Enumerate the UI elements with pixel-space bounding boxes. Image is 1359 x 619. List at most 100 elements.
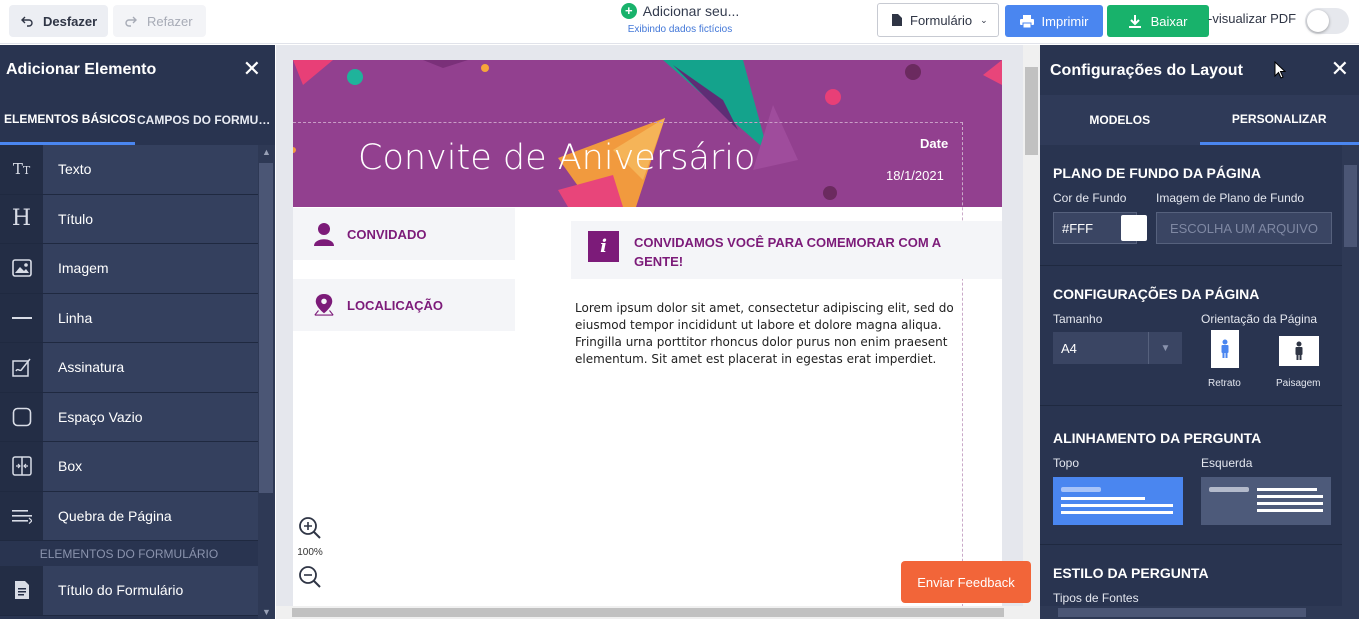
scrollbar-thumb[interactable]: [292, 608, 1004, 617]
document-title[interactable]: Convite de Aniversário: [358, 138, 755, 178]
invitation-box[interactable]: i CONVIDAMOS VOCÊ PARA COMEMORAR COM A G…: [571, 221, 1002, 279]
element-tabs: ELEMENTOS BÁSICOS CAMPOS DO FORMULÁRIO: [0, 95, 275, 145]
scrollbar-thumb[interactable]: [259, 163, 273, 493]
element-label: Imagem: [43, 244, 258, 293]
add-element-panel: Adicionar Elemento ✕ ELEMENTOS BÁSICOS C…: [0, 45, 275, 619]
font-types-label: Tipos de Fontes: [1053, 591, 1139, 605]
document-icon: [892, 14, 902, 26]
guest-field[interactable]: CONVIDADO: [293, 208, 515, 260]
left-panel-scrollbar[interactable]: ▲ ▼: [258, 145, 275, 619]
tab-form-fields-label: CAMPOS DO FORMULÁRIO: [137, 113, 273, 127]
scroll-up-icon[interactable]: ▲: [262, 147, 271, 157]
date-value[interactable]: 18/1/2021: [886, 168, 944, 183]
align-left-icon: [1209, 487, 1323, 512]
tab-basic-elements[interactable]: ELEMENTOS BÁSICOS: [0, 95, 135, 145]
box-icon: [0, 442, 43, 491]
portrait-option[interactable]: [1211, 330, 1239, 368]
undo-label: Desfazer: [43, 13, 98, 29]
form-selector[interactable]: Formulário ⌄: [877, 3, 999, 37]
portrait-label: Retrato: [1208, 378, 1241, 389]
element-text[interactable]: TT Texto: [0, 145, 258, 195]
element-label: Assinatura: [43, 343, 258, 392]
confetti-decoration: [293, 60, 1002, 207]
scrollbar-thumb[interactable]: [1058, 608, 1306, 617]
signature-icon: [0, 343, 43, 392]
landscape-option[interactable]: [1279, 336, 1319, 366]
location-label: LOCALICAÇÃO: [347, 297, 444, 313]
add-source[interactable]: + Adicionar seu... Exibindo dados fictíc…: [600, 3, 760, 35]
portrait-icon: [1221, 339, 1229, 358]
element-empty-space[interactable]: Espaço Vazio: [0, 392, 258, 442]
scrollbar-thumb[interactable]: [1344, 165, 1357, 247]
landscape-icon: [1295, 341, 1303, 360]
guest-label: CONVIDADO: [347, 226, 427, 242]
download-label: Baixar: [1150, 13, 1188, 29]
redo-icon: [125, 16, 137, 27]
redo-button[interactable]: Refazer: [113, 5, 206, 37]
element-page-break[interactable]: Quebra de Página: [0, 491, 258, 541]
scroll-down-icon[interactable]: ▼: [262, 607, 271, 617]
zoom-controls: 100%: [293, 513, 327, 592]
right-panel-scrollbar[interactable]: [1342, 145, 1359, 619]
heading-icon: H: [0, 194, 43, 243]
invitation-title: CONVIDAMOS VOCÊ PARA COMEMORAR COM A GEN…: [634, 235, 941, 269]
download-button[interactable]: Baixar: [1107, 5, 1209, 37]
bg-color-value: #FFF: [1062, 220, 1094, 236]
element-label: Box: [43, 442, 258, 491]
element-image[interactable]: Imagem: [0, 244, 258, 294]
color-swatch[interactable]: [1121, 215, 1147, 241]
header-banner[interactable]: Convite de Aniversário Date 18/1/2021: [293, 60, 1002, 207]
body-paragraph[interactable]: Lorem ipsum dolor sit amet, consectetur …: [575, 300, 965, 368]
close-icon[interactable]: ✕: [1331, 58, 1349, 80]
guide-line: [962, 122, 963, 619]
undo-button[interactable]: Desfazer: [9, 5, 108, 37]
zoom-out-icon[interactable]: [295, 562, 325, 592]
pdf-preview-toggle[interactable]: [1305, 8, 1349, 34]
document-canvas: Convite de Aniversário Date 18/1/2021 CO…: [276, 45, 1040, 619]
page-settings-section: CONFIGURAÇÕES DA PÁGINA Tamanho Orientaç…: [1040, 266, 1342, 406]
printer-icon: [1019, 14, 1034, 28]
section-title: PLANO DE FUNDO DA PÁGINA: [1053, 165, 1261, 181]
location-field[interactable]: LOCALICAÇÃO: [293, 279, 515, 331]
landscape-label: Paisagem: [1276, 378, 1321, 389]
element-heading[interactable]: H Título: [0, 194, 258, 244]
layout-tabs: MODELOS PERSONALIZAR: [1040, 95, 1359, 145]
map-pin-icon: [313, 292, 335, 318]
tab-form-fields[interactable]: CAMPOS DO FORMULÁRIO: [135, 95, 275, 145]
align-left-label: Esquerda: [1201, 456, 1253, 470]
element-form-title[interactable]: Título do Formulário: [0, 566, 258, 616]
send-feedback-button[interactable]: Enviar Feedback: [901, 561, 1031, 603]
date-label[interactable]: Date: [920, 136, 948, 151]
page-size-select[interactable]: A4 ▼: [1053, 332, 1182, 364]
scrollbar-thumb[interactable]: [1025, 67, 1038, 155]
canvas-horizontal-scrollbar[interactable]: [276, 606, 1023, 619]
tab-templates[interactable]: MODELOS: [1040, 95, 1200, 145]
align-left-option[interactable]: [1201, 477, 1331, 525]
chevron-down-icon: ▼: [1148, 332, 1182, 364]
redo-label: Refazer: [147, 13, 193, 29]
close-icon[interactable]: ✕: [243, 58, 261, 80]
add-element-header: Adicionar Elemento ✕: [0, 45, 275, 95]
section-title: ESTILO DA PERGUNTA: [1053, 565, 1209, 581]
element-line[interactable]: Linha: [0, 293, 258, 343]
align-top-label: Topo: [1053, 456, 1080, 470]
choose-file-button[interactable]: ESCOLHA UM ARQUIVO: [1156, 212, 1332, 244]
tab-customize[interactable]: PERSONALIZAR: [1199, 95, 1359, 145]
zoom-in-icon[interactable]: [295, 513, 325, 543]
page-size-value: A4: [1061, 340, 1077, 356]
image-icon: [0, 244, 43, 293]
page-background-section: PLANO DE FUNDO DA PÁGINA Cor de Fundo Im…: [1040, 145, 1342, 266]
canvas-vertical-scrollbar[interactable]: [1023, 45, 1040, 619]
form-title-icon: [0, 566, 43, 615]
element-signature[interactable]: Assinatura: [0, 343, 258, 393]
print-button[interactable]: Imprimir: [1005, 5, 1103, 37]
element-box[interactable]: Box: [0, 442, 258, 492]
chevron-down-icon: ⌄: [980, 14, 988, 25]
section-title: CONFIGURAÇÕES DA PÁGINA: [1053, 286, 1260, 302]
element-label: Título: [43, 194, 258, 243]
bg-color-input[interactable]: #FFF: [1053, 212, 1147, 244]
dummy-data-label: Exibindo dados fictícios: [627, 24, 733, 35]
right-panel-horizontal-scrollbar[interactable]: [1040, 606, 1342, 619]
align-top-option[interactable]: [1053, 477, 1183, 525]
bg-image-label: Imagem de Plano de Fundo: [1156, 191, 1305, 205]
